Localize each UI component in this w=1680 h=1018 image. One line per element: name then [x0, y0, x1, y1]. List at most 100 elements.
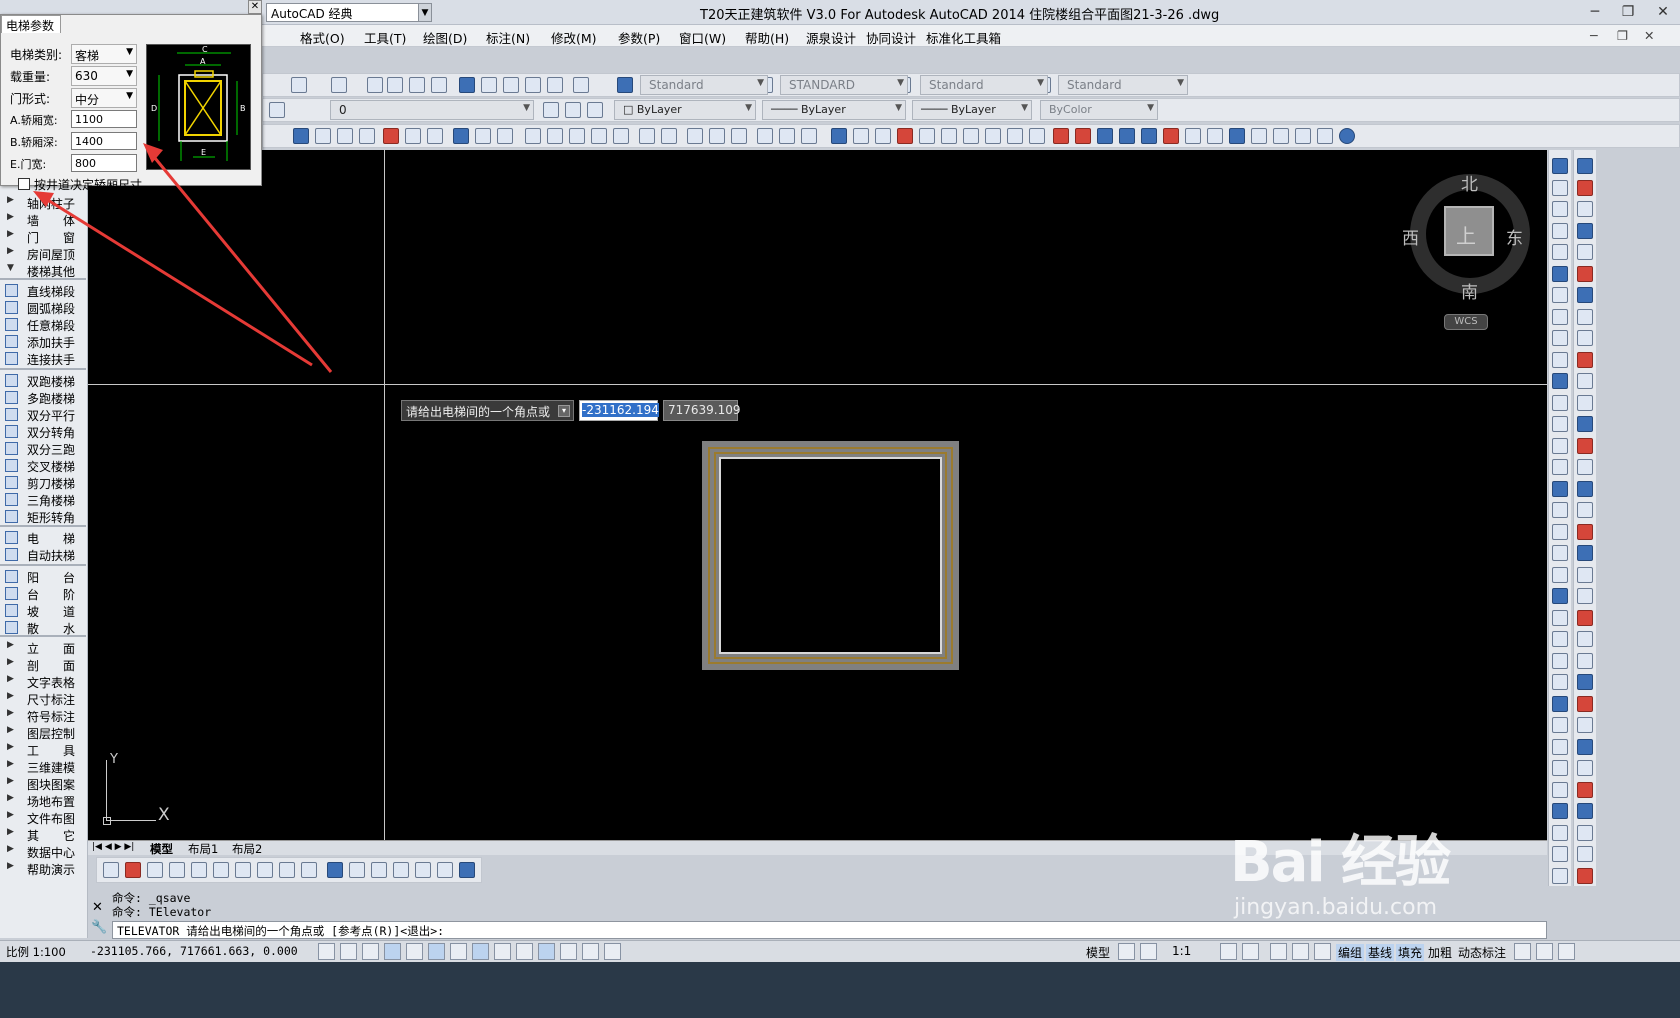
infer-constraints-icon[interactable]	[318, 943, 335, 960]
tarch-tool-icon[interactable]	[1577, 609, 1593, 626]
sidebar-item[interactable]: ▶ 墙 体	[0, 211, 86, 228]
bt-run-icon[interactable]	[349, 862, 365, 878]
3d-osnap-icon[interactable]	[450, 943, 467, 960]
object-snap-icon[interactable]	[428, 943, 445, 960]
modify-tool-icon[interactable]	[1552, 609, 1568, 626]
tool-align-icon[interactable]	[639, 128, 655, 144]
menu-std-toolbox[interactable]: 标准化工具箱	[926, 28, 1001, 47]
tarch-tool-icon[interactable]	[1577, 416, 1593, 432]
quick-view-drawings-icon[interactable]	[1140, 943, 1157, 960]
bt-eye-icon[interactable]	[393, 862, 409, 878]
tarch-tool-icon[interactable]	[1577, 738, 1593, 755]
sidebar-item[interactable]: ▶ 符号标注	[0, 707, 86, 724]
tool-view-icon[interactable]	[427, 128, 443, 144]
sidebar-item[interactable]: 自动扶梯	[0, 546, 86, 563]
tarch-tool-icon[interactable]	[1577, 459, 1593, 475]
sidebar-item[interactable]: 三角楼梯	[0, 491, 86, 508]
restore-icon[interactable]: ❐	[1613, 2, 1643, 22]
quick-view-layouts-icon[interactable]	[1118, 943, 1135, 960]
sidebar-item[interactable]: 直线梯段	[0, 282, 86, 299]
tool-hatch-icon[interactable]	[897, 128, 913, 144]
workspace-combo[interactable]: AutoCAD 经典	[266, 3, 432, 22]
tool-brush-icon[interactable]	[1185, 128, 1201, 144]
sidebar-item[interactable]: 多跑楼梯	[0, 389, 86, 406]
isolate-icon[interactable]	[1314, 943, 1331, 960]
door-width-input[interactable]: 800	[71, 154, 137, 172]
tool-divide-icon[interactable]	[985, 128, 1001, 144]
bt-tools-icon[interactable]	[191, 862, 207, 878]
modify-tool-icon[interactable]	[1552, 824, 1568, 841]
modify-tool-icon[interactable]	[1552, 330, 1568, 346]
tool-mirror-icon[interactable]	[591, 128, 607, 144]
door-type-select[interactable]: 中分 ▼	[71, 88, 137, 108]
plotstyle-combo[interactable]: ByColor ▼	[1040, 100, 1158, 120]
tarch-tool-icon[interactable]	[1577, 588, 1593, 604]
close-icon[interactable]: ✕	[1648, 2, 1678, 22]
sidebar-item[interactable]: 任意梯段	[0, 316, 86, 333]
sheet-set-icon[interactable]	[525, 77, 541, 93]
tab-model[interactable]: 模型	[150, 841, 173, 857]
tool-mtext-icon[interactable]	[1053, 128, 1069, 144]
sidebar-item[interactable]: ▶ 帮助演示	[0, 860, 86, 877]
grid-display-icon[interactable]	[362, 943, 379, 960]
status-menu-icon[interactable]	[1558, 943, 1575, 960]
sidebar-item[interactable]: 双分三跑	[0, 440, 86, 457]
sidebar-item[interactable]: 双分平行	[0, 406, 86, 423]
lineweight-icon[interactable]	[538, 943, 555, 960]
tarch-tool-icon[interactable]	[1577, 674, 1593, 690]
tool-array-icon[interactable]	[687, 128, 703, 144]
compass-west[interactable]: 西	[1402, 224, 1419, 249]
bt-object-icon[interactable]	[103, 862, 119, 878]
menu-parametric[interactable]: 参数(P)	[618, 28, 660, 47]
status-model[interactable]: 模型	[1086, 944, 1110, 961]
sidebar-item[interactable]: ▶ 文件布图	[0, 809, 86, 826]
modify-tool-icon[interactable]	[1552, 695, 1568, 712]
tool-rotate-icon[interactable]	[569, 128, 585, 144]
modify-tool-icon[interactable]	[1552, 631, 1568, 647]
redo-icon[interactable]	[331, 77, 347, 93]
pan-icon[interactable]	[367, 77, 383, 93]
menu-yuanquan[interactable]: 源泉设计	[806, 28, 856, 47]
tarch-tool-icon[interactable]	[1577, 781, 1593, 798]
tool-stretch-icon[interactable]	[709, 128, 725, 144]
tool-dim-linear-icon[interactable]	[1097, 128, 1113, 144]
tool-measure-icon[interactable]	[963, 128, 979, 144]
clean-screen-icon[interactable]	[1536, 943, 1553, 960]
bt-edit-icon[interactable]	[169, 862, 185, 878]
tool-room-icon[interactable]	[453, 128, 469, 144]
otrack-icon[interactable]	[472, 943, 489, 960]
sidebar-item[interactable]: ▼ 楼梯其他	[0, 262, 86, 279]
tarch-tool-icon[interactable]	[1577, 652, 1593, 669]
workspace-switch-icon[interactable]	[1270, 943, 1287, 960]
zoom-window-icon[interactable]	[409, 77, 425, 93]
hardware-accel-icon[interactable]	[1514, 943, 1531, 960]
toggle-bold[interactable]: 加粗	[1426, 944, 1454, 961]
annotation-scale[interactable]: 1:1	[1172, 944, 1191, 958]
undo-icon[interactable]	[291, 77, 307, 93]
annotation-visibility-icon[interactable]	[1220, 943, 1237, 960]
bt-find-icon[interactable]	[257, 862, 273, 878]
tool-axis-icon[interactable]	[315, 128, 331, 144]
sidebar-item[interactable]: 交叉楼梯	[0, 457, 86, 474]
sidebar-item[interactable]: 剪刀楼梯	[0, 474, 86, 491]
workspace-dropdown-icon[interactable]: ▼	[418, 3, 432, 22]
properties-icon[interactable]	[459, 77, 475, 93]
modify-tool-icon[interactable]	[1552, 717, 1568, 733]
viewcube-top-face[interactable]: 上	[1444, 206, 1494, 256]
quick-properties-icon[interactable]	[582, 943, 599, 960]
tool-text-align-icon[interactable]	[1273, 128, 1289, 144]
command-customize-icon[interactable]: 🔧	[91, 920, 107, 935]
tarch-tool-icon[interactable]	[1577, 287, 1593, 303]
tool-calc-icon[interactable]	[1229, 128, 1245, 144]
tool-roof-icon[interactable]	[475, 128, 491, 144]
snap-mode-icon[interactable]	[340, 943, 357, 960]
tool-insert-icon[interactable]	[853, 128, 869, 144]
tab-layout2[interactable]: 布局2	[232, 841, 262, 857]
dim-style-combo[interactable]: STANDARD ▼	[780, 75, 908, 95]
tool-xline-icon[interactable]	[1007, 128, 1023, 144]
modify-tool-icon[interactable]	[1552, 373, 1568, 389]
sidebar-item[interactable]: 坡 道	[0, 602, 86, 619]
tarch-tool-icon[interactable]	[1577, 480, 1593, 497]
sidebar-item[interactable]: 添加扶手	[0, 333, 86, 350]
polar-tracking-icon[interactable]	[406, 943, 423, 960]
